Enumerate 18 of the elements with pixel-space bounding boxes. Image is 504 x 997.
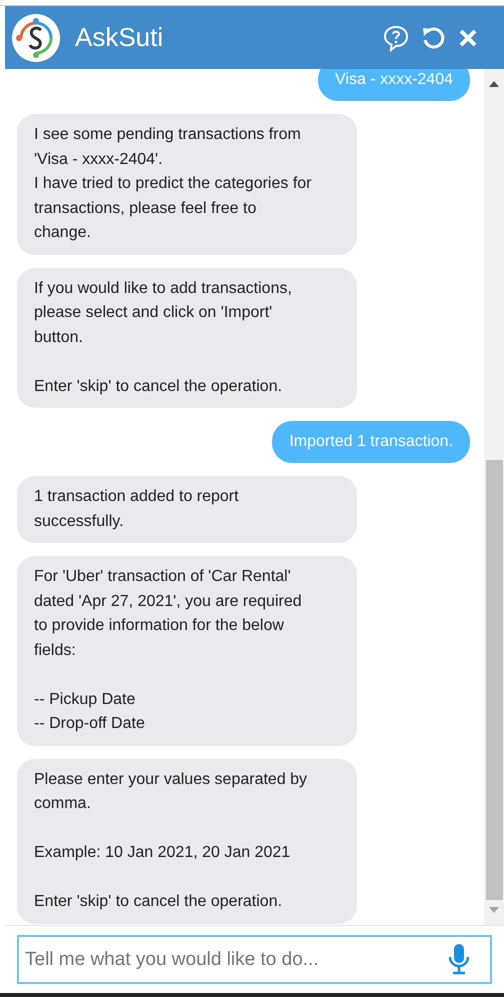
close-icon[interactable] — [458, 28, 478, 48]
help-icon[interactable] — [382, 24, 410, 52]
user-message: Visa - xxxx-2404 — [318, 69, 470, 101]
bot-message: For 'Uber' transaction of 'Car Rental' dated 'Apr 27, 2021', you are required to provide information for the below fields: -- Pickup Date -- Drop-off Date — [17, 556, 357, 746]
scroll-up-icon[interactable] — [489, 81, 499, 87]
message-input[interactable]: Tell me what you would like to do... — [17, 935, 492, 984]
logo-icon — [11, 12, 61, 62]
scrollbar-thumb[interactable] — [486, 460, 502, 900]
user-message: Imported 1 transaction. — [272, 421, 470, 463]
scrollbar[interactable] — [484, 69, 504, 925]
scroll-down-icon[interactable] — [489, 907, 499, 913]
bot-message: 1 transaction added to report successfully. — [17, 476, 357, 543]
bot-message: If you would like to add transactions, please select and click on 'Import' button. Enter 'skip' to cancel the operation. — [17, 268, 357, 408]
refresh-icon[interactable] — [420, 24, 446, 50]
window-title: AskSuti — [75, 21, 164, 54]
microphone-icon[interactable] — [448, 943, 470, 975]
bot-message: Please enter your values separated by comma. Example: 10 Jan 2021, 20 Jan 2021 Enter 'skip' to cancel the operation. — [17, 758, 357, 924]
bot-message: I see some pending transactions from 'Visa - xxxx-2404'. I have tried to predict the categories for transactions, please feel free to change. — [17, 114, 357, 254]
